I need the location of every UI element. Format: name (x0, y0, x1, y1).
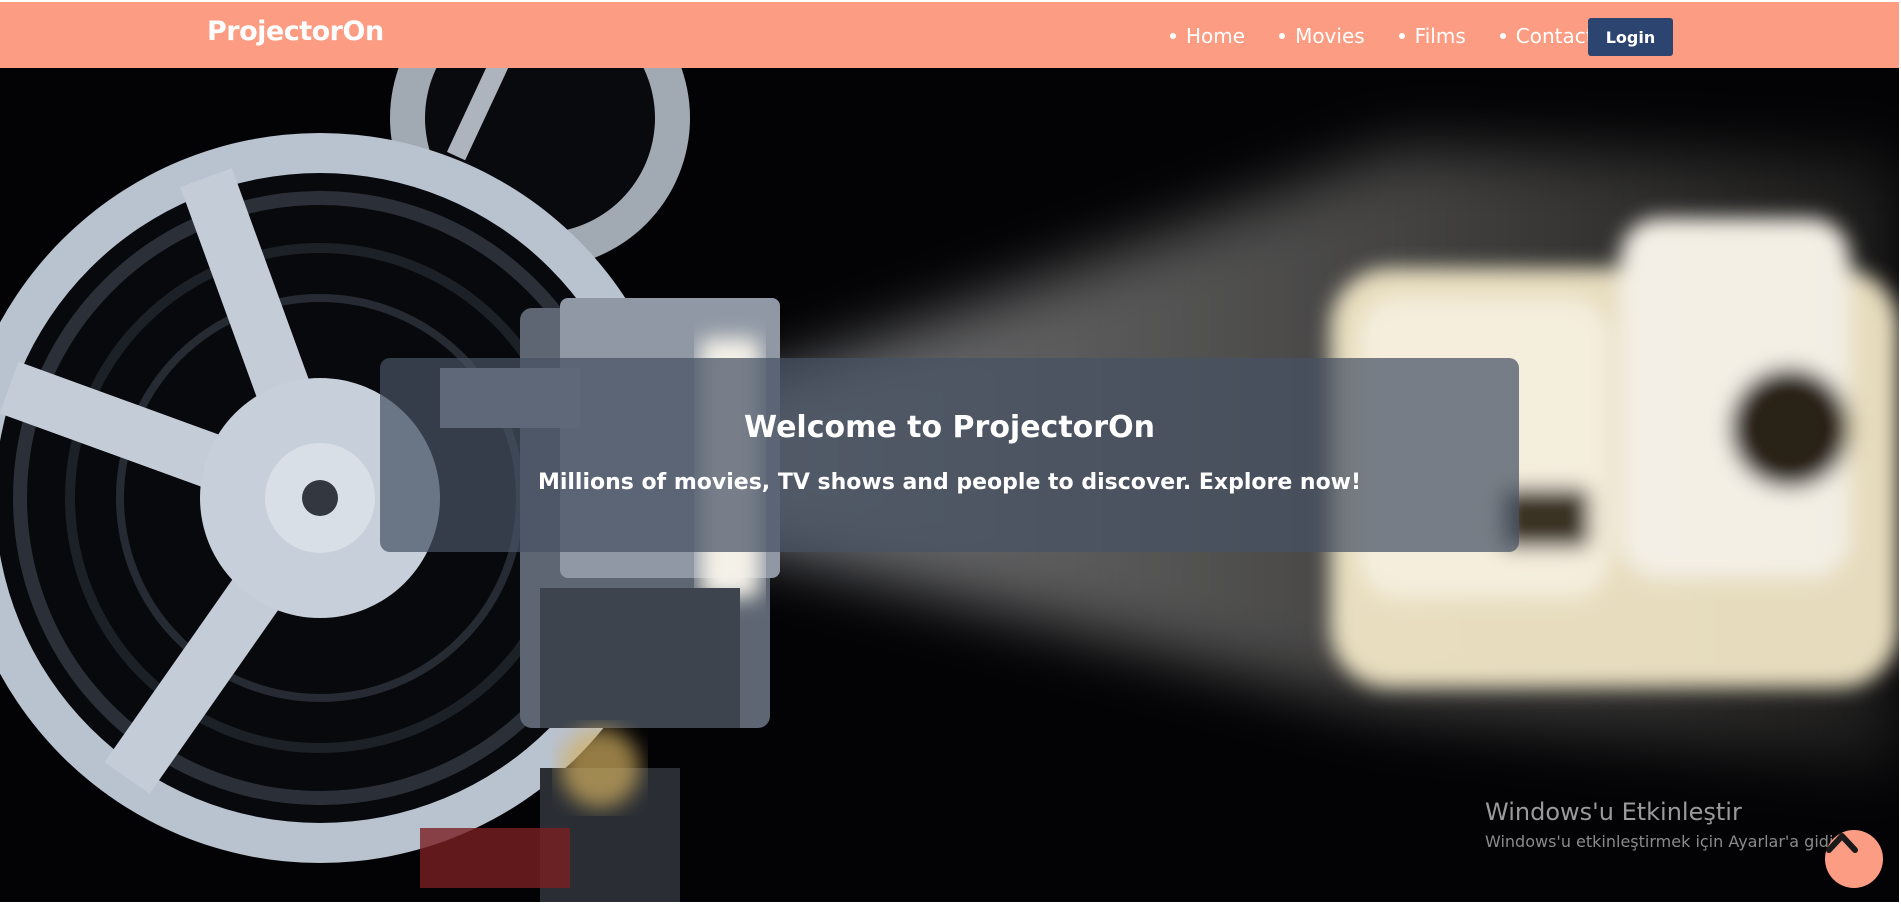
navbar: ProjectorOn Home Movies Films Contact Lo… (0, 2, 1899, 68)
hero-section: Welcome to ProjectorOn Millions of movie… (0, 68, 1899, 902)
bullet-icon (1398, 33, 1405, 39)
windows-activation-subtitle: Windows'u etkinleştirmek için Ayarlar'a … (1485, 832, 1849, 851)
brand-logo[interactable]: ProjectorOn (207, 16, 384, 47)
login-button[interactable]: Login (1588, 18, 1673, 56)
bullet-icon (1499, 33, 1506, 39)
nav-links: Home Movies Films Contact (1170, 24, 1628, 48)
nav-item-label: Home (1186, 24, 1246, 48)
welcome-subtitle: Millions of movies, TV shows and people … (537, 470, 1362, 495)
nav-item-contact[interactable]: Contact (1499, 24, 1594, 48)
nav-item-films[interactable]: Films (1398, 24, 1466, 48)
page: ProjectorOn Home Movies Films Contact Lo… (0, 0, 1901, 904)
welcome-card: Welcome to ProjectorOn Millions of movie… (380, 358, 1519, 552)
nav-item-label: Contact (1515, 24, 1594, 48)
scroll-to-top-button[interactable] (1825, 830, 1883, 888)
nav-item-movies[interactable]: Movies (1279, 24, 1365, 48)
bullet-icon (1170, 33, 1176, 39)
windows-activation-title: Windows'u Etkinleştir (1485, 798, 1742, 826)
bullet-icon (1279, 33, 1286, 39)
nav-item-label: Films (1414, 24, 1466, 48)
nav-item-home[interactable]: Home (1170, 24, 1245, 48)
nav-item-label: Movies (1295, 24, 1365, 48)
welcome-title: Welcome to ProjectorOn (744, 410, 1155, 445)
chevron-up-icon (1826, 833, 1858, 853)
